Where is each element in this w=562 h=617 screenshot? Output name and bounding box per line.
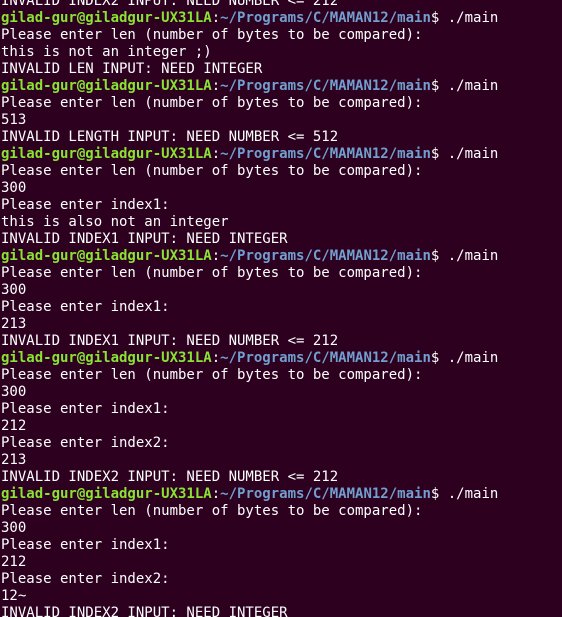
output-line: 12~ xyxy=(1,588,27,604)
prompt-command: ./main xyxy=(447,248,499,264)
output-line: 213 xyxy=(1,452,27,468)
prompt-separator: : xyxy=(211,486,221,502)
prompt-symbol: $ xyxy=(430,10,448,26)
prompt-separator: : xyxy=(211,350,221,366)
prompt-user-host: gilad-gur@giladgur-UX31LA xyxy=(1,350,212,366)
output-line: INVALID INDEX2 INPUT: NEED NUMBER <= 212 xyxy=(1,0,339,9)
terminal-output: INVALID INDEX2 INPUT: NEED NUMBER <= 212… xyxy=(1,0,561,617)
prompt-separator: : xyxy=(211,78,221,94)
prompt-line: gilad-gur@giladgur-UX31LA:~/Programs/C/M… xyxy=(1,350,561,367)
output-line: Please enter index1: xyxy=(1,401,170,417)
prompt-path: ~/Programs/C/MAMAN12/main xyxy=(220,146,431,162)
output-line: Please enter len (number of bytes to be … xyxy=(1,27,423,43)
output-line: Please enter len (number of bytes to be … xyxy=(1,163,423,179)
output-line: Please enter index1: xyxy=(1,299,170,315)
prompt-line: gilad-gur@giladgur-UX31LA:~/Programs/C/M… xyxy=(1,10,561,27)
output-line: Please enter index1: xyxy=(1,537,170,553)
output-line: 212 xyxy=(1,554,27,570)
prompt-separator: : xyxy=(211,146,221,162)
prompt-command: ./main xyxy=(447,78,499,94)
prompt-symbol: $ xyxy=(430,248,448,264)
prompt-path: ~/Programs/C/MAMAN12/main xyxy=(220,78,431,94)
output-line: Please enter len (number of bytes to be … xyxy=(1,265,423,281)
prompt-user-host: gilad-gur@giladgur-UX31LA xyxy=(1,486,212,502)
prompt-path: ~/Programs/C/MAMAN12/main xyxy=(220,486,431,502)
terminal-window[interactable]: INVALID INDEX2 INPUT: NEED NUMBER <= 212… xyxy=(0,0,562,617)
output-line: INVALID INDEX2 INPUT: NEED NUMBER <= 212 xyxy=(1,469,339,485)
prompt-separator: : xyxy=(211,10,221,26)
output-line: Please enter index1: xyxy=(1,197,170,213)
prompt-separator: : xyxy=(211,248,221,264)
prompt-command: ./main xyxy=(447,10,499,26)
output-line: Please enter len (number of bytes to be … xyxy=(1,367,423,383)
prompt-symbol: $ xyxy=(430,146,448,162)
output-line: Please enter index2: xyxy=(1,435,170,451)
output-line: Please enter len (number of bytes to be … xyxy=(1,503,423,519)
prompt-path: ~/Programs/C/MAMAN12/main xyxy=(220,350,431,366)
prompt-command: ./main xyxy=(447,486,499,502)
prompt-user-host: gilad-gur@giladgur-UX31LA xyxy=(1,146,212,162)
prompt-command: ./main xyxy=(447,146,499,162)
prompt-path: ~/Programs/C/MAMAN12/main xyxy=(220,248,431,264)
output-line: INVALID INDEX1 INPUT: NEED INTEGER xyxy=(1,231,288,247)
prompt-user-host: gilad-gur@giladgur-UX31LA xyxy=(1,10,212,26)
prompt-command: ./main xyxy=(447,350,499,366)
prompt-symbol: $ xyxy=(430,486,448,502)
output-line: this is also not an integer xyxy=(1,214,229,230)
output-line: Please enter index2: xyxy=(1,571,170,587)
prompt-path: ~/Programs/C/MAMAN12/main xyxy=(220,10,431,26)
output-line: 300 xyxy=(1,384,27,400)
output-line: INVALID INDEX1 INPUT: NEED NUMBER <= 212 xyxy=(1,333,339,349)
prompt-user-host: gilad-gur@giladgur-UX31LA xyxy=(1,78,212,94)
prompt-line: gilad-gur@giladgur-UX31LA:~/Programs/C/M… xyxy=(1,486,561,503)
prompt-symbol: $ xyxy=(430,350,448,366)
prompt-symbol: $ xyxy=(430,78,448,94)
output-line: 300 xyxy=(1,180,27,196)
prompt-line: gilad-gur@giladgur-UX31LA:~/Programs/C/M… xyxy=(1,248,561,265)
prompt-user-host: gilad-gur@giladgur-UX31LA xyxy=(1,248,212,264)
output-line: 212 xyxy=(1,418,27,434)
output-line: Please enter len (number of bytes to be … xyxy=(1,95,423,111)
output-line: 213 xyxy=(1,316,27,332)
prompt-line: gilad-gur@giladgur-UX31LA:~/Programs/C/M… xyxy=(1,146,561,163)
output-line: 513 xyxy=(1,112,27,128)
output-line: INVALID LENGTH INPUT: NEED NUMBER <= 512 xyxy=(1,129,339,145)
output-line: INVALID INDEX2 INPUT: NEED INTEGER xyxy=(1,605,288,617)
output-line: this is not an integer ;) xyxy=(1,44,212,60)
output-line: 300 xyxy=(1,520,27,536)
output-line: 300 xyxy=(1,282,27,298)
prompt-line: gilad-gur@giladgur-UX31LA:~/Programs/C/M… xyxy=(1,78,561,95)
output-line: INVALID LEN INPUT: NEED INTEGER xyxy=(1,61,263,77)
